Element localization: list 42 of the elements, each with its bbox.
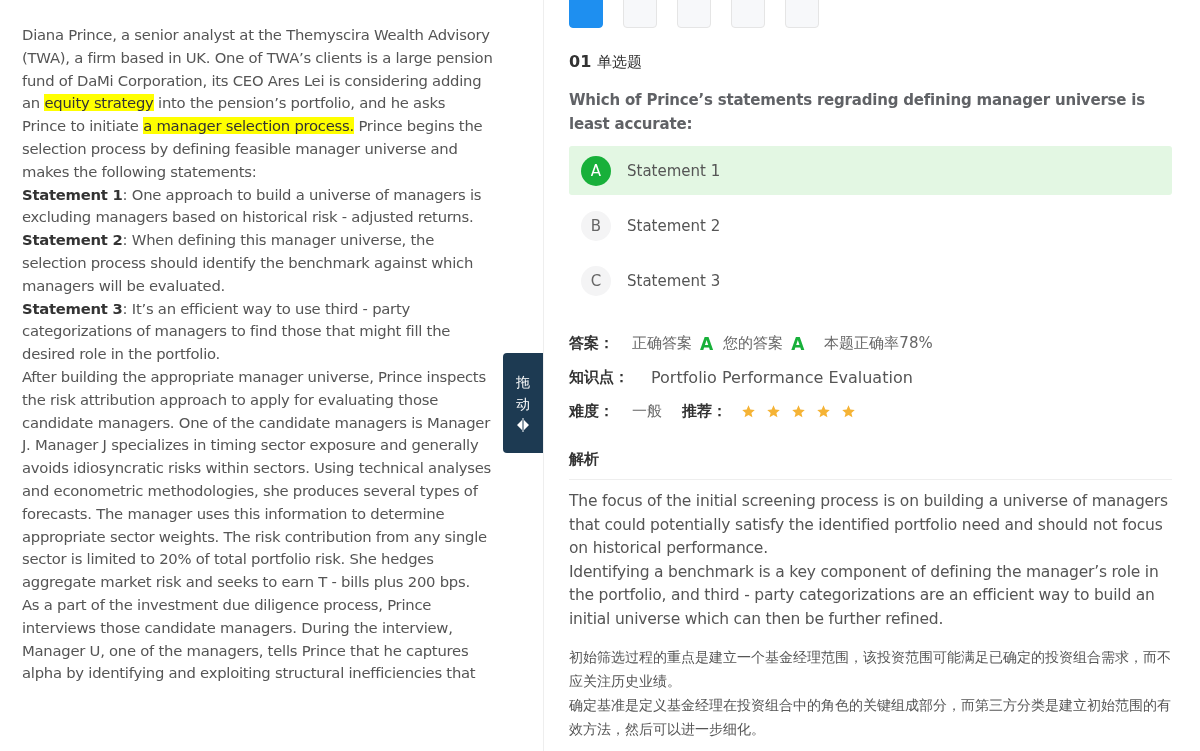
- star-icon: [741, 404, 756, 419]
- correct-answer-label: 正确答案: [632, 334, 692, 353]
- analysis-title: 解析: [569, 450, 1172, 480]
- drag-handle[interactable]: 拖 动: [503, 353, 543, 453]
- answer-label: 答案：: [569, 334, 614, 353]
- passage-paragraph: Diana Prince, a senior analyst at the Themyscira Wealth Advisory (TWA), a firm based in UK. One of TWA’s clients is a large pension fund of DaMi Corporation, its CEO Ares Lei is considering adding an equity strategy into the pension’s portfolio, and he asks Prince to initiate a manager selection process. Prince begins the selection process by defining feasible manager universe and makes the following statements:: [22, 25, 493, 182]
- star-icon: [791, 404, 806, 419]
- option-letter: C: [581, 265, 611, 296]
- difficulty-value: 一般: [632, 402, 662, 421]
- knowledge-value: Portfolio Performance Evaluation: [651, 368, 913, 387]
- option-letter: A: [581, 155, 611, 186]
- analysis-paragraph: Identifying a benchmark is a key component of defining the manager’s role in the portfolio, and third - party categorizations are an efficient way to build an initial universe which can then be further refined.: [569, 561, 1160, 630]
- star-icon: [841, 404, 856, 419]
- option-label: Statement 2: [627, 216, 721, 235]
- passage-paragraph: As a part of the investment due diligence process, Prince interviews those candidate managers. During the interview, Manager U, one of the managers, tells Prince that he captures alpha by identifying and exploiting structural inefficiencies that: [22, 594, 477, 684]
- your-answer-label: 您的答案: [723, 334, 784, 353]
- accuracy-rate: 本题正确率78%: [824, 334, 933, 353]
- correct-answer: A: [700, 333, 714, 354]
- star-icon: [766, 404, 781, 419]
- answer-option[interactable]: B Statement 2: [569, 201, 1172, 250]
- analysis-paragraph: The focus of the initial screening process is on building a universe of managers that could potentially satisfy the identified portfolio need and should not focus on historical performance.: [569, 491, 1169, 559]
- difficulty-label: 难度：: [569, 402, 614, 421]
- knowledge-label: 知识点：: [569, 368, 629, 387]
- question-tab[interactable]: [569, 0, 603, 28]
- resize-arrows-icon: [517, 418, 529, 432]
- answer-option[interactable]: A Statement 1: [569, 146, 1172, 195]
- option-label: Statement 3: [627, 271, 721, 290]
- star-icon: [816, 404, 831, 419]
- passage-paragraph: Statement 1: One approach to build a universe of managers is excluding managers based on historical risk - adjusted returns.: [22, 184, 483, 228]
- recommend-label: 推荐：: [682, 402, 727, 421]
- question-number: 01: [569, 52, 592, 71]
- analysis-paragraph: 确定基准是定义基金经理在投资组合中的角色的关键组成部分，而第三方分类是建立初始范围的有效方法，然后可以进一步细化。: [569, 696, 1172, 739]
- option-label: Statement 1: [627, 161, 721, 180]
- analysis-paragraph: 初始筛选过程的重点是建立一个基金经理范围，该投资范围可能满足已确定的投资组合需求，而不应关注历史业绩。: [569, 648, 1172, 691]
- question-text: Which of Prince’s statements regrading defining manager universe is least accurate:: [569, 90, 1146, 135]
- question-type: 单选题: [597, 53, 643, 71]
- passage-paragraph: Statement 3: It’s an efficient way to use third - party categorizations of managers to find those that might fill the desired role in the portfolio.: [22, 298, 452, 365]
- answer-option[interactable]: C Statement 3: [569, 256, 1172, 305]
- your-answer: A: [791, 333, 805, 354]
- passage-paragraph: Statement 2: When defining this manager universe, the selection process should identify the benchmark against which managers will be evaluated.: [22, 230, 475, 296]
- passage-paragraph: After building the appropriate manager universe, Prince inspects the risk attribution approach to apply for evaluating those candidate managers. One of the candidate managers is Manager J. Manager J specializes in timing sector exposure and generally avoids idiosyncratic risks within sectors. Using technical analyses and econometric methodologies, she produces several types of forecasts. The manager uses this information to determine appropriate sector weights. The risk contribution from any single sector is limited to 20% of total portfolio risk. She hedges aggregate market risk and seeks to earn T - bills plus 200 bps.: [22, 366, 493, 593]
- option-letter: B: [581, 210, 611, 241]
